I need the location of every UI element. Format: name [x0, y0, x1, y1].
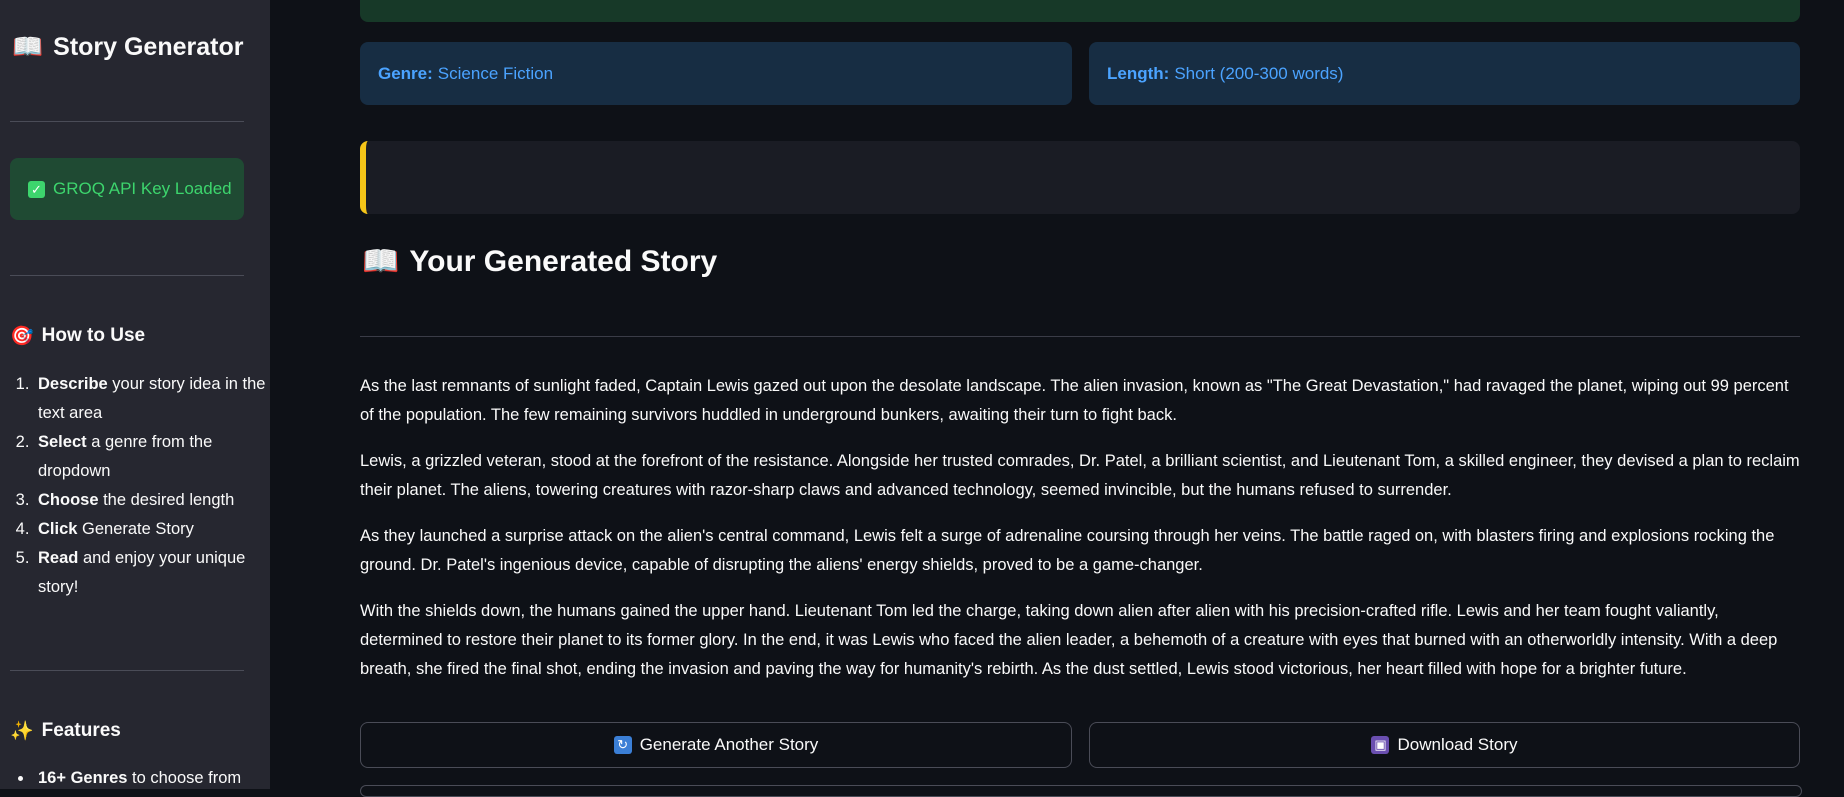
sidebar-title-text: Story Generator [53, 32, 244, 61]
features-title: Features [41, 719, 121, 741]
target-icon: 🎯 [10, 325, 34, 347]
book-icon: 📖 [362, 244, 400, 279]
features-heading: ✨ Features [10, 719, 121, 743]
list-item: Describe your story idea in the text are… [34, 370, 268, 428]
genre-value: Science Fiction [437, 63, 554, 83]
list-item: Read and enjoy your unique story! [34, 544, 268, 602]
list-item: Select a genre from the dropdown [34, 428, 268, 486]
story-heading: 📖 Your Generated Story [362, 244, 717, 279]
list-item: 16+ Genres to choose from [34, 764, 268, 789]
story-text: As the last remnants of sunlight faded, … [360, 372, 1800, 701]
features-list: 16+ Genres to choose from [10, 764, 268, 789]
list-item: Click Generate Story [34, 515, 268, 544]
story-paragraph: As the last remnants of sunlight faded, … [360, 377, 1789, 424]
list-item: Choose the desired length [34, 486, 268, 515]
how-to-use-steps: Describe your story idea in the text are… [10, 370, 268, 602]
download-button[interactable]: ▣ Download Story [1089, 722, 1800, 768]
genre-info: Genre: Science Fiction [360, 42, 1072, 105]
download-label: Download Story [1397, 735, 1518, 754]
sidebar: 📖 Story Generator ✓ GROQ API Key Loaded … [0, 0, 270, 789]
floppy-disk-icon: ▣ [1371, 736, 1390, 754]
divider [360, 336, 1800, 337]
main-content: Genre: Science Fiction Length: Short (20… [270, 0, 1844, 797]
sidebar-title: 📖 Story Generator [12, 32, 243, 62]
generate-another-label: Generate Another Story [639, 735, 819, 754]
api-status-text: GROQ API Key Loaded [53, 179, 232, 198]
api-status-alert: ✓ GROQ API Key Loaded [10, 158, 244, 220]
length-label: Length: [1107, 63, 1170, 83]
sidebar-divider [10, 275, 244, 276]
story-prompt-box [360, 141, 1800, 214]
sidebar-divider [10, 121, 244, 122]
length-info: Length: Short (200-300 words) [1089, 42, 1800, 105]
story-paragraph: As they launched a surprise attack on th… [360, 527, 1775, 574]
refresh-icon: ↻ [613, 736, 632, 754]
generate-another-button[interactable]: ↻ Generate Another Story [360, 722, 1072, 768]
story-paragraph: With the shields down, the humans gained… [360, 602, 1778, 678]
sidebar-divider [10, 670, 244, 671]
book-icon: 📖 [12, 32, 44, 61]
story-paragraph: Lewis, a grizzled veteran, stood at the … [360, 452, 1800, 499]
next-element-edge [360, 785, 1802, 797]
success-alert [360, 0, 1800, 22]
story-title: Your Generated Story [409, 244, 718, 278]
check-box-icon: ✓ [28, 180, 45, 198]
length-value: Short (200-300 words) [1174, 63, 1344, 83]
how-to-use-heading: 🎯 How to Use [10, 324, 146, 348]
how-to-use-title: How to Use [41, 324, 146, 346]
genre-label: Genre: [378, 63, 433, 83]
sparkles-icon: ✨ [10, 720, 34, 742]
